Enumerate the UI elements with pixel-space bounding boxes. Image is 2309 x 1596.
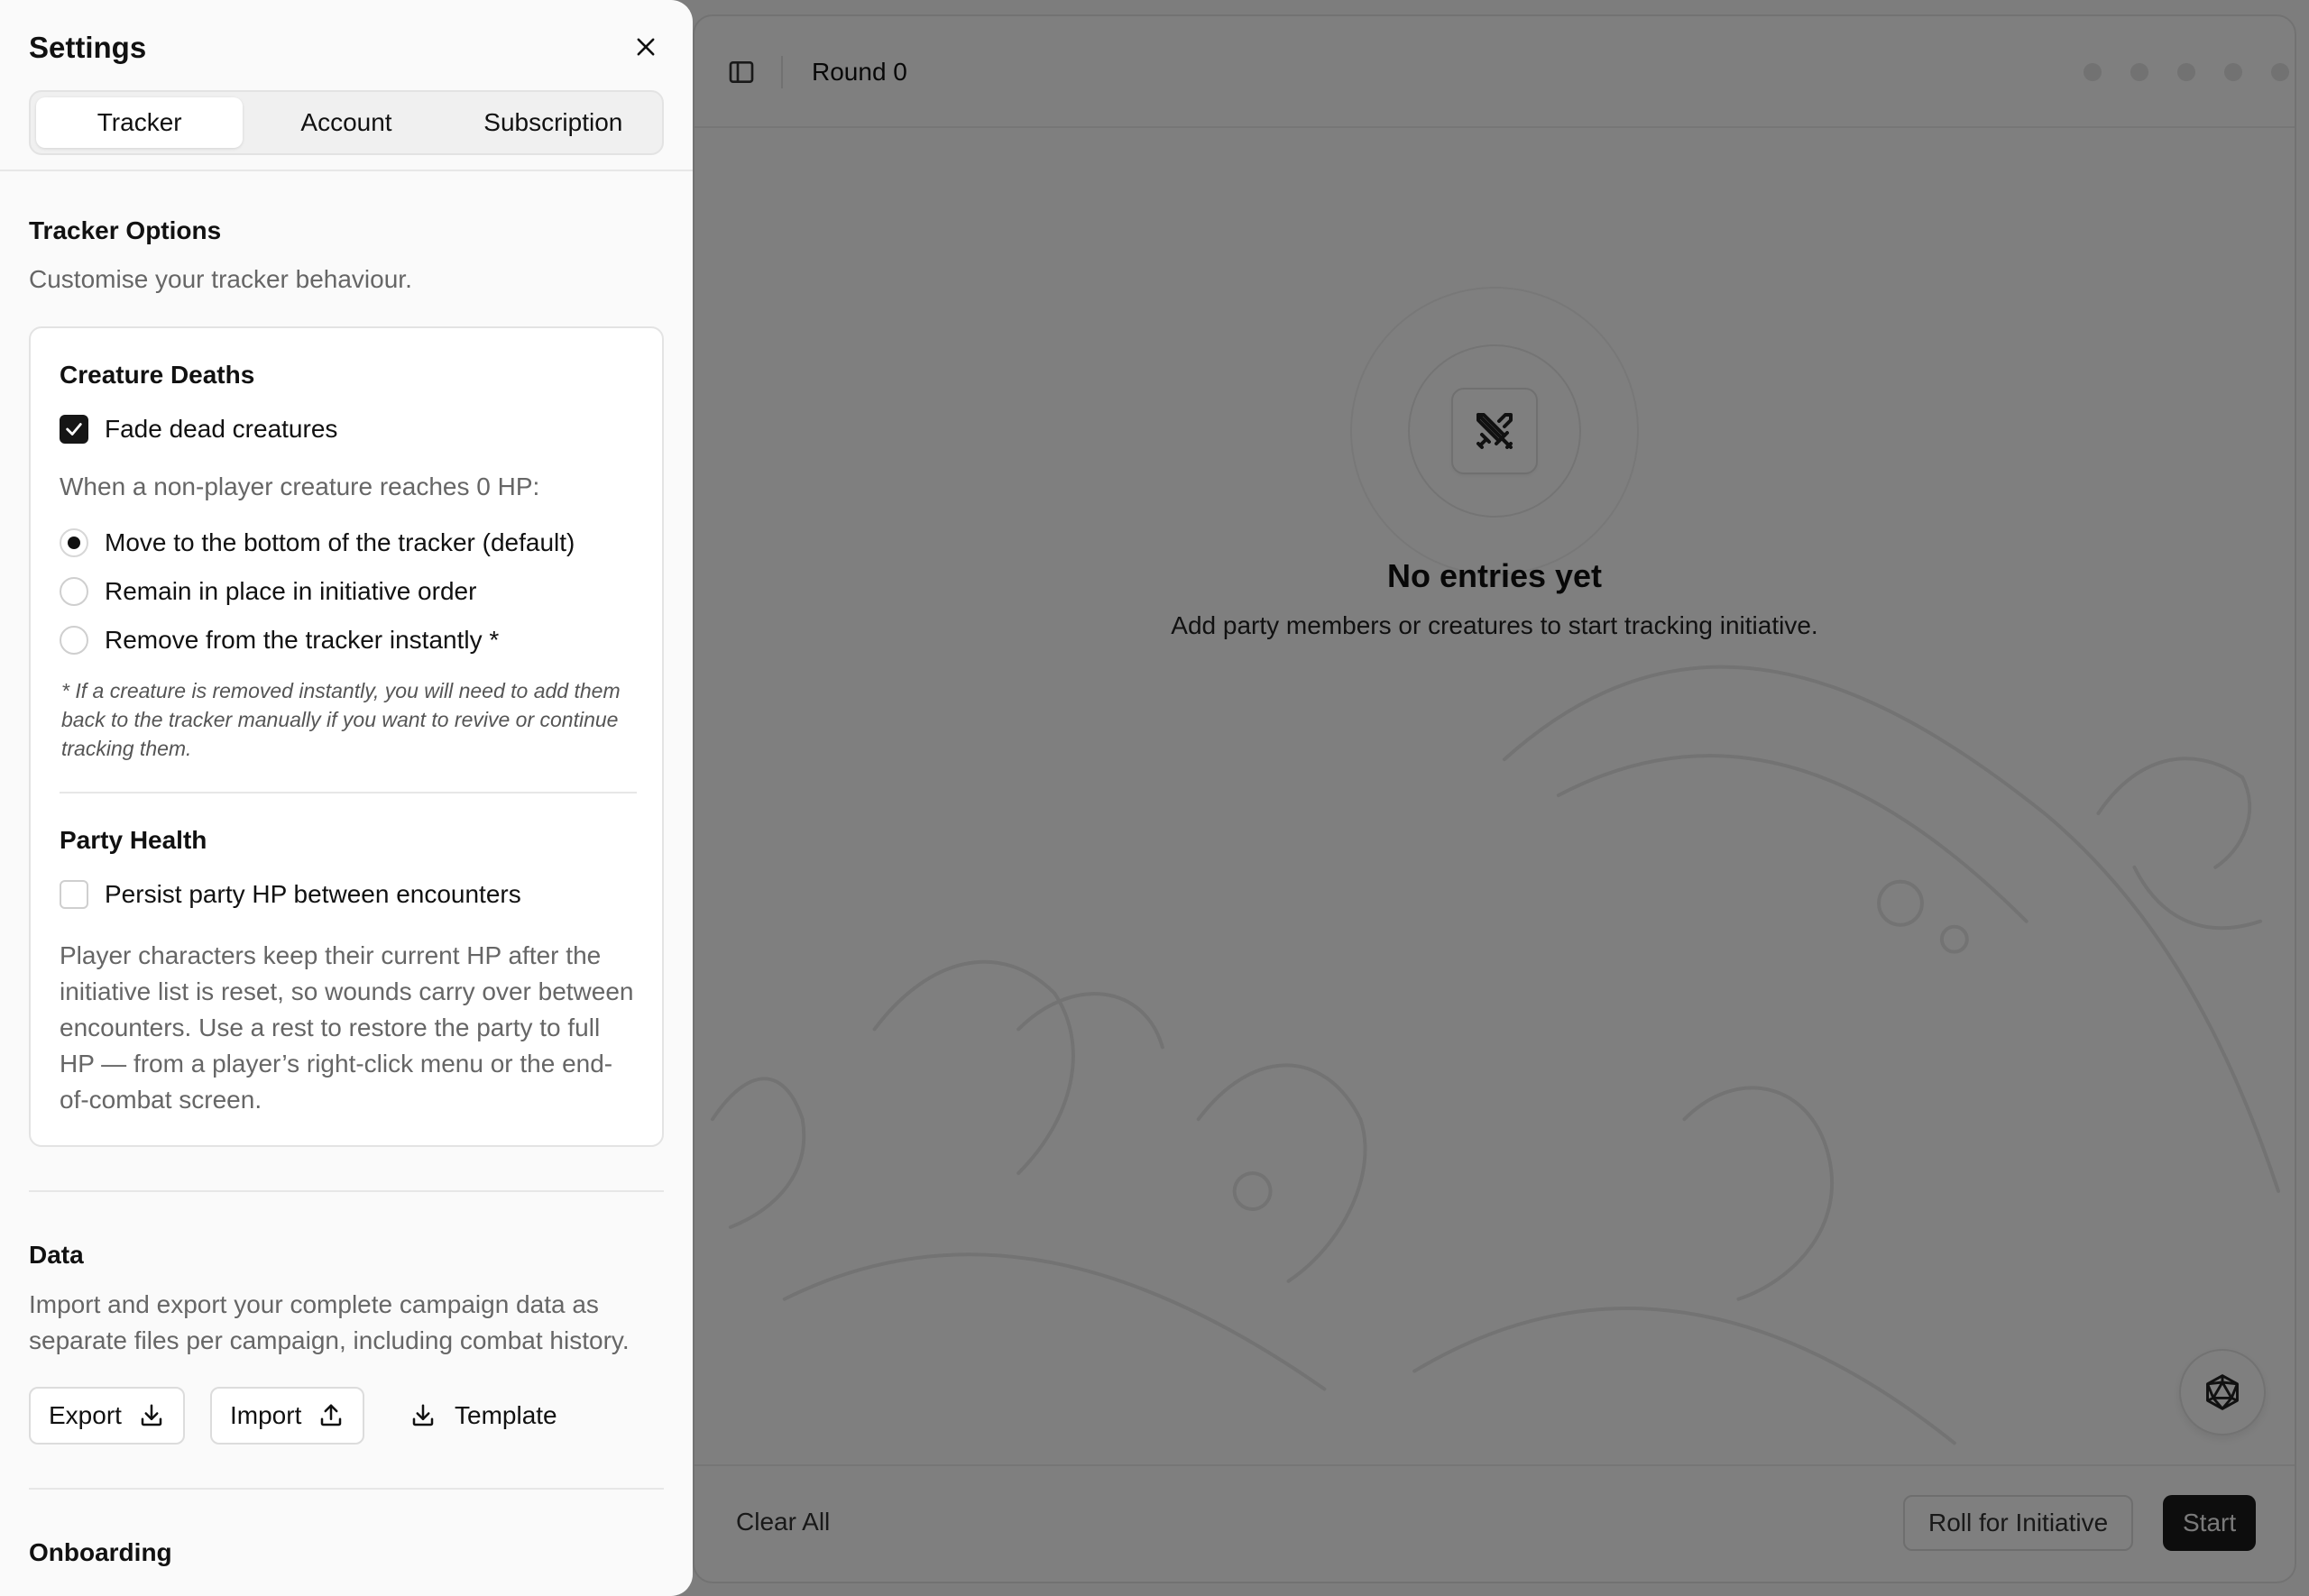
persist-party-hp-option[interactable]: Persist party HP between encounters [60,880,521,909]
download-icon [412,1404,434,1426]
import-label: Import [230,1401,302,1429]
party-health-heading: Party Health [60,826,207,854]
death-option-remove-radio[interactable] [60,626,88,655]
fade-dead-creatures-label: Fade dead creatures [105,415,338,443]
remove-instantly-footnote: * If a creature is removed instantly, yo… [61,679,621,760]
creature-deaths-heading: Creature Deaths [60,361,255,389]
section-divider [29,1190,664,1192]
download-icon [141,1404,162,1426]
tab-tracker[interactable]: Tracker [36,97,244,148]
tab-account[interactable]: Account [243,97,449,148]
fade-dead-creatures-option[interactable]: Fade dead creatures [60,415,337,444]
close-icon [637,38,655,56]
tab-subscription[interactable]: Subscription [450,97,657,148]
death-option-label: Move to the bottom of the tracker (defau… [105,528,575,556]
import-button[interactable]: Import [210,1387,365,1445]
template-button[interactable]: Template [391,1387,575,1445]
data-section-description: Import and export your complete campaign… [29,1290,630,1354]
death-option-remain-radio[interactable] [60,577,88,606]
template-label: Template [455,1401,557,1429]
export-button[interactable]: Export [29,1387,185,1445]
settings-title: Settings [29,31,147,64]
tracker-options-card: Creature Deaths Fade dead creatures When… [29,326,664,1147]
persist-party-hp-checkbox[interactable] [60,880,88,909]
data-section-title: Data [29,1241,84,1269]
close-settings-button[interactable] [630,31,662,63]
onboarding-section-title: Onboarding [29,1538,172,1566]
fade-dead-creatures-checkbox[interactable] [60,415,88,444]
upload-icon [321,1404,342,1426]
check-icon [66,423,82,436]
persist-party-hp-label: Persist party HP between encounters [105,880,521,908]
death-option-label: Remove from the tracker instantly * [105,626,500,654]
death-option-move-bottom[interactable]: Move to the bottom of the tracker (defau… [60,528,575,557]
card-divider [60,792,637,793]
creature-deaths-prompt: When a non-player creature reaches 0 HP: [60,472,540,500]
settings-panel: Settings Tracker Account Subscription Tr… [0,0,693,1596]
settings-tabs: Tracker Account Subscription [29,90,664,155]
tracker-options-title: Tracker Options [29,216,222,244]
death-option-label: Remain in place in initiative order [105,577,477,605]
death-option-remove[interactable]: Remove from the tracker instantly * [60,626,499,655]
tracker-options-description: Customise your tracker behaviour. [29,265,412,293]
panel-divider [0,170,693,171]
export-label: Export [49,1401,122,1429]
party-health-description: Player characters keep their current HP … [60,941,634,1114]
death-option-move-bottom-radio[interactable] [60,528,88,557]
section-divider [29,1488,664,1490]
death-option-remain[interactable]: Remain in place in initiative order [60,577,476,606]
